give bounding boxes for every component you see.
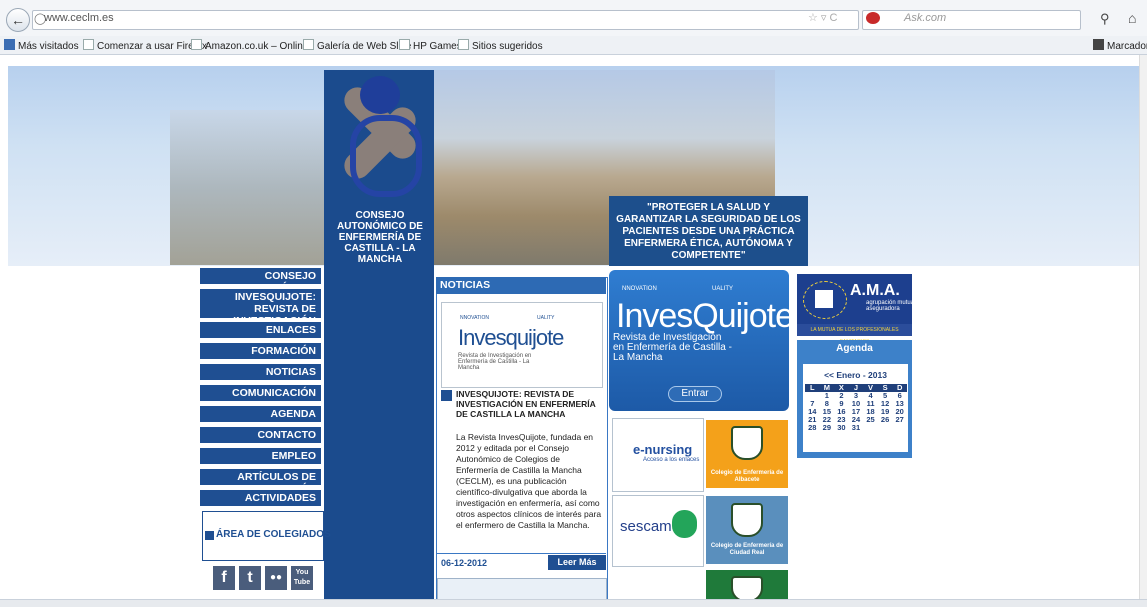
ama-name: A.M.A. [850, 282, 900, 299]
ask-logo-icon[interactable] [866, 12, 880, 24]
nav-actividades[interactable]: ACTIVIDADES [200, 490, 321, 506]
nav-noticias[interactable]: NOTICIAS [200, 364, 321, 380]
bookmark-item[interactable]: Galería de Web Slice [303, 39, 411, 52]
calendar-grid: LMXJVSD 123456 7 8 9 10 11 12 13 14 15 16 17 18 19 2… [805, 384, 907, 432]
read-more-button[interactable]: Leer Más [548, 555, 606, 570]
news-title[interactable]: INVESQUIJOTE: REVISTA DE INVESTIGACIÓN E… [456, 389, 602, 419]
bookmarks-icon [4, 39, 15, 50]
enursing-logo: e-nursing [633, 442, 693, 457]
invq-subtitle: Revista de Investigación en Enfermería d… [613, 332, 732, 363]
nav-contacto[interactable]: CONTACTO [200, 427, 321, 443]
ama-sub2: aseguradora [866, 306, 900, 312]
shield-icon [731, 426, 763, 460]
ama-sub: agrupación mutual aseguradora [866, 300, 915, 312]
nav-consejo[interactable]: CONSEJO AUTONÓMICO [200, 268, 321, 294]
bookmark-star-icon[interactable]: ☆ ▿ C [808, 11, 837, 24]
calendar-day[interactable] [892, 424, 907, 432]
news-logo-word: Invesquijote [458, 325, 564, 350]
nav-articulos[interactable]: ARTÍCULOS DE OPINIÓN [200, 469, 321, 495]
news-logo-tag: NNOVATION [460, 315, 489, 321]
calendar-month[interactable]: << Enero - 2013 [803, 370, 908, 380]
shield-icon [731, 503, 763, 537]
nav-enlaces[interactable]: ENLACES [200, 322, 321, 338]
nav-formacion[interactable]: FORMACIÓN CONTINUADA [200, 343, 321, 369]
back-button[interactable]: ← [6, 8, 30, 32]
enursing-sub: Acceso a los enlaces [643, 457, 700, 463]
nav-agenda[interactable]: AGENDA [200, 406, 321, 422]
bookmarks-menu[interactable]: Marcadore [1093, 39, 1147, 52]
bookmark-label: Galería de Web Slice [317, 41, 412, 52]
sescam-s-icon [672, 510, 697, 538]
entrar-button[interactable]: Entrar [668, 386, 722, 402]
calendar-day[interactable]: 28 [805, 424, 820, 432]
news-image[interactable]: NNOVATION UALITY Invesquijote Revista de… [441, 302, 603, 388]
calendar-day[interactable]: 30 [834, 424, 849, 432]
bookmark-label: Más visitados [18, 41, 79, 52]
nav-invesquijote[interactable]: INVESQUIJOTE: REVISTA DE INVESTIGACIÓN [200, 289, 321, 327]
news-date: 06-12-2012 [441, 558, 488, 568]
calendar-day[interactable]: 26 [878, 416, 893, 424]
bookmarks-menu-icon [1093, 39, 1104, 50]
slogan-box: "PROTEGER LA SALUD Y GARANTIZAR LA SEGUR… [609, 196, 808, 266]
calendar-day[interactable]: 31 [849, 424, 864, 432]
youtube-you: You [295, 569, 309, 576]
url-text: www.ceclm.es [44, 12, 114, 24]
search-placeholder: Ask.com [904, 12, 947, 24]
sescam-logo: sescam [620, 518, 672, 535]
nav-empleo[interactable]: EMPLEO [200, 448, 321, 464]
calendar-day[interactable]: 27 [892, 416, 907, 424]
bookmark-item[interactable]: HP Games [399, 39, 462, 52]
news-logo-tag: UALITY [537, 315, 555, 321]
bookmark-item[interactable]: Más visitados [4, 39, 79, 52]
next-news-thumbnail[interactable] [437, 578, 607, 600]
day-header: L [805, 384, 820, 392]
page-icon [399, 39, 410, 50]
bookmark-item[interactable]: Comenzar a usar Firefox [83, 39, 207, 52]
flickr-icon[interactable]: ●● [265, 566, 287, 590]
home-icon[interactable]: ⌂ [1128, 10, 1136, 26]
calendar-day[interactable] [878, 424, 893, 432]
bookmark-item[interactable]: Sitios sugeridos [458, 39, 543, 52]
bookmark-label: Sitios sugeridos [472, 41, 543, 52]
logo-text: CONSEJO AUTONÓMICO DE ENFERMERÍA DE CAST… [337, 210, 423, 265]
vertical-scrollbar[interactable] [1139, 55, 1147, 599]
bookmark-label: Amazon.co.uk – Onlin... [205, 41, 312, 52]
page-icon [83, 39, 94, 50]
news-body: La Revista InvesQuijote, fundada en 2012… [456, 432, 602, 530]
youtube-icon[interactable]: You Tube [291, 566, 313, 590]
ama-footer: LA MUTUA DE LOS PROFESIONALES SANITARIOS [797, 324, 912, 345]
search-icon[interactable]: ⚲ [1100, 11, 1110, 27]
colegio-ciudad-real-label: Colegio de Enfermería de Ciudad Real [710, 543, 784, 556]
search-bar[interactable] [862, 10, 1081, 30]
city-photo-left [170, 110, 330, 265]
agenda-title: Agenda [836, 343, 873, 354]
square-icon [441, 390, 452, 401]
youtube-tube: Tube [293, 579, 311, 586]
calendar-day[interactable]: 25 [863, 416, 878, 424]
nav-comunicacion[interactable]: COMUNICACIÓN [200, 385, 321, 401]
page-icon [458, 39, 469, 50]
invq-tag: NNOVATION [622, 286, 657, 292]
news-header: NOTICIAS [436, 277, 606, 294]
bookmark-label: HP Games [413, 41, 462, 52]
logo-shape [350, 115, 422, 197]
calendar-day[interactable]: 29 [820, 424, 835, 432]
page-icon [303, 39, 314, 50]
colegio-albacete-label: Colegio de Enfermería de Albacete [710, 470, 784, 483]
facebook-icon[interactable]: f [213, 566, 235, 590]
square-icon [205, 531, 214, 540]
news-logo-sub: Revista de Investigación en Enfermería d… [458, 353, 532, 371]
area-colegiados-label: ÁREA DE COLEGIADOS [216, 529, 331, 540]
invq-tag: UALITY [712, 286, 734, 292]
page-icon [191, 39, 202, 50]
tuenti-icon[interactable]: t [239, 566, 261, 590]
divider [436, 553, 606, 554]
invq-logo: InvesQuijote [616, 297, 794, 335]
logo-head-icon [360, 76, 400, 114]
cross-icon [815, 290, 833, 308]
bookmark-item[interactable]: Amazon.co.uk – Onlin... [191, 39, 311, 52]
bookmark-label: Marcadore [1107, 41, 1147, 52]
url-bar[interactable] [32, 10, 859, 30]
calendar-day[interactable] [863, 424, 878, 432]
